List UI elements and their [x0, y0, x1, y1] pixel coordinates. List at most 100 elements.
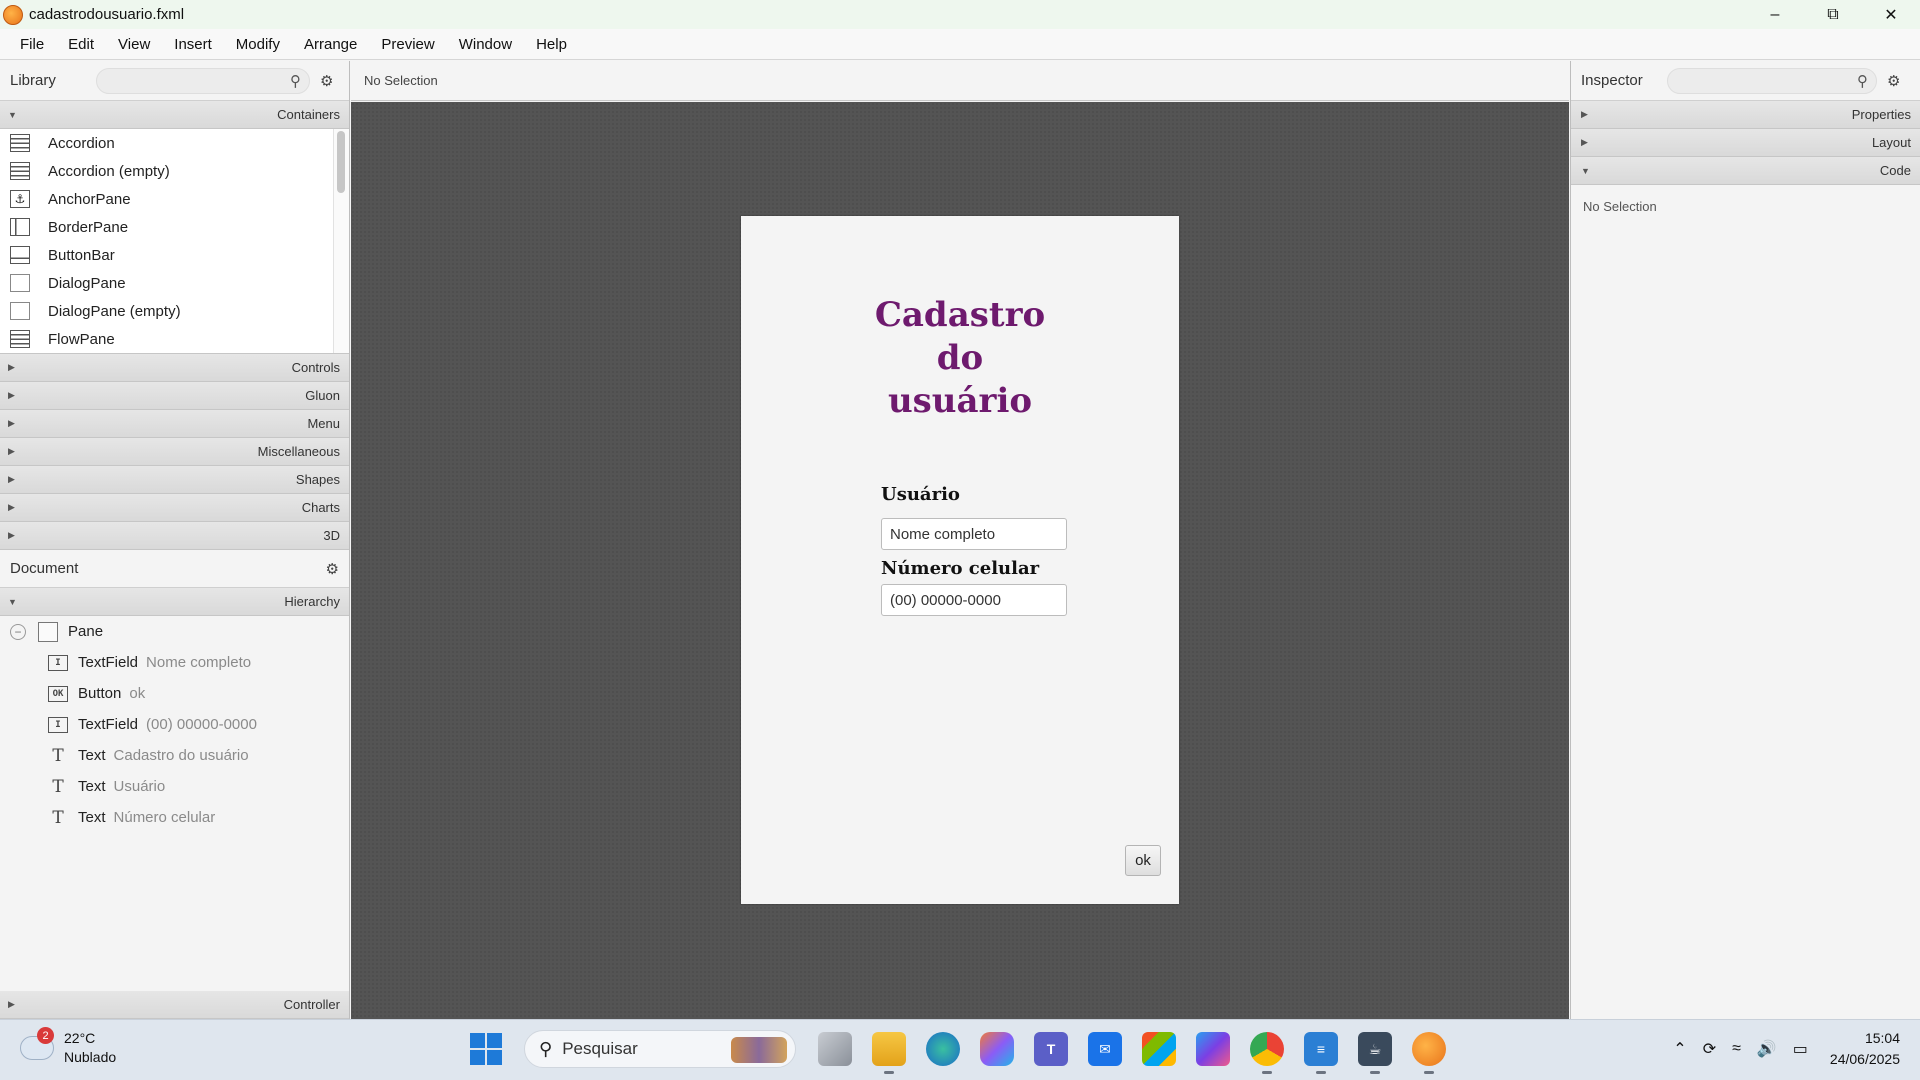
tree-row[interactable]: T Text Usuário	[0, 771, 349, 802]
section-menu[interactable]: ▶ Menu	[0, 410, 349, 438]
inspector-gear-icon[interactable]: ⚙	[1887, 72, 1900, 90]
section-label: Shapes	[295, 472, 340, 487]
menu-file[interactable]: File	[8, 36, 56, 53]
chrome-icon[interactable]	[1250, 1032, 1284, 1074]
close-icon[interactable]: ✕	[1862, 0, 1920, 29]
tree-row-pane[interactable]: − Pane	[0, 616, 349, 647]
file-explorer-icon[interactable]	[872, 1032, 906, 1074]
library-header: Library ⚲ ⚙	[0, 61, 349, 101]
section-gluon[interactable]: ▶ Gluon	[0, 382, 349, 410]
section-controls[interactable]: ▶ Controls	[0, 354, 349, 382]
menu-window[interactable]: Window	[447, 36, 524, 53]
collapse-icon[interactable]: −	[10, 623, 26, 640]
collapsed-triangle-icon: ▶	[8, 446, 15, 456]
tree-row[interactable]: I TextField (00) 00000-0000	[0, 709, 349, 740]
tree-row[interactable]: OK Button ok	[0, 678, 349, 709]
user-name-field[interactable]	[881, 518, 1067, 550]
document-gear-icon[interactable]: ⚙	[326, 560, 339, 578]
mail-icon[interactable]: ✉	[1088, 1032, 1122, 1066]
list-item[interactable]: Accordion (empty)	[0, 157, 349, 185]
library-scroll-thumb[interactable]	[337, 131, 345, 193]
section-miscellaneous[interactable]: ▶ Miscellaneous	[0, 438, 349, 466]
list-item[interactable]: FlowPane	[0, 325, 349, 353]
sync-icon[interactable]: ⟳	[1703, 1039, 1716, 1059]
section-label: Menu	[307, 416, 340, 431]
list-item[interactable]: DialogPane (empty)	[0, 297, 349, 325]
section-properties[interactable]: ▶ Properties	[1571, 101, 1920, 129]
search-icon: ⚲	[539, 1038, 553, 1059]
section-layout[interactable]: ▶ Layout	[1571, 129, 1920, 157]
chevron-up-icon[interactable]: ⌃	[1673, 1039, 1686, 1059]
menu-arrange[interactable]: Arrange	[292, 36, 369, 53]
list-item[interactable]: ButtonBar	[0, 241, 349, 269]
form-title-line: Cadastro	[874, 295, 1046, 335]
phone-label[interactable]: Número celular	[881, 558, 1039, 579]
copilot-icon[interactable]	[980, 1032, 1014, 1066]
menu-insert[interactable]: Insert	[162, 36, 224, 53]
tree-row-type: Text	[78, 747, 106, 764]
teams-icon[interactable]: T	[1034, 1032, 1068, 1066]
tree-row[interactable]: T Text Número celular	[0, 802, 349, 833]
menu-bar: File Edit View Insert Modify Arrange Pre…	[0, 29, 1920, 60]
section-shapes[interactable]: ▶ Shapes	[0, 466, 349, 494]
menu-modify[interactable]: Modify	[224, 36, 292, 53]
form-title-line: usuário	[887, 381, 1033, 421]
microsoft-365-icon[interactable]	[1196, 1032, 1230, 1066]
phone-field[interactable]	[881, 584, 1067, 616]
list-item[interactable]: Accordion	[0, 129, 349, 157]
section-3d[interactable]: ▶ 3D	[0, 522, 349, 550]
user-label[interactable]: Usuário	[881, 484, 960, 505]
section-containers[interactable]: ▼ Containers	[0, 101, 349, 129]
form-title[interactable]: Cadastro do usuário	[741, 294, 1179, 423]
list-item[interactable]: ⚓ AnchorPane	[0, 185, 349, 213]
collapsed-triangle-icon: ▶	[8, 418, 15, 428]
form-pane[interactable]: Cadastro do usuário Usuário Número celul…	[741, 216, 1179, 904]
menu-edit[interactable]: Edit	[56, 36, 106, 53]
section-charts[interactable]: ▶ Charts	[0, 494, 349, 522]
tree-row-type: Text	[78, 809, 106, 826]
search-icon[interactable]: ⚲	[290, 72, 301, 90]
restore-icon[interactable]: ⧉	[1804, 0, 1862, 29]
menu-help[interactable]: Help	[524, 36, 579, 53]
menu-view[interactable]: View	[106, 36, 162, 53]
tree-row[interactable]: T Text Cadastro do usuário	[0, 740, 349, 771]
minimize-icon[interactable]: –	[1746, 0, 1804, 29]
wifi-icon[interactable]: ≈	[1732, 1040, 1741, 1058]
library-scrollbar[interactable]	[333, 129, 349, 353]
tree-row-type: TextField	[78, 716, 139, 733]
scene-builder-icon[interactable]	[1412, 1032, 1446, 1074]
menu-preview[interactable]: Preview	[369, 36, 446, 53]
list-item[interactable]: DialogPane	[0, 269, 349, 297]
collapsed-triangle-icon: ▶	[8, 390, 15, 400]
battery-icon[interactable]: ▭	[1793, 1039, 1808, 1059]
microsoft-store-icon[interactable]	[1142, 1032, 1176, 1066]
library-list: Accordion Accordion (empty) ⚓ AnchorPane …	[0, 129, 349, 354]
list-item[interactable]: BorderPane	[0, 213, 349, 241]
inspector-search-input[interactable]	[1668, 68, 1848, 93]
cloud-icon: 2	[20, 1027, 54, 1060]
section-hierarchy[interactable]: ▼ Hierarchy	[0, 588, 349, 616]
section-code[interactable]: ▼ Code	[1571, 157, 1920, 185]
library-search-input[interactable]	[97, 68, 277, 93]
textfield-icon: I	[48, 716, 68, 733]
clock-time: 15:04	[1864, 1030, 1900, 1046]
section-controller[interactable]: ▶ Controller	[0, 991, 349, 1019]
tree-row[interactable]: I TextField Nome completo	[0, 647, 349, 678]
java-app-icon[interactable]: ☕	[1358, 1032, 1392, 1074]
taskbar-search[interactable]: ⚲ Pesquisar	[524, 1030, 796, 1068]
clock[interactable]: 15:04 24/06/2025	[1830, 1028, 1900, 1070]
library-gear-icon[interactable]: ⚙	[320, 72, 333, 90]
edge-icon[interactable]	[926, 1032, 960, 1066]
search-icon[interactable]: ⚲	[1857, 72, 1868, 90]
weather-widget[interactable]: 2 22°C Nublado	[20, 1027, 116, 1067]
inspector-panel: Inspector ⚲ ⚙ ▶ Properties ▶ Layout ▼ Code …	[1570, 61, 1920, 1019]
window-title: cadastrodousuario.fxml	[29, 6, 185, 23]
inspector-search-box: ⚲	[1667, 67, 1877, 94]
ok-button[interactable]: ok	[1125, 845, 1161, 876]
expanded-triangle-icon: ▼	[1581, 165, 1590, 176]
windows-start-icon[interactable]	[470, 1033, 502, 1065]
notepad-icon[interactable]: ≡	[1304, 1032, 1338, 1074]
volume-icon[interactable]: 🔊	[1757, 1039, 1777, 1059]
tree-row-label: Pane	[68, 623, 104, 640]
task-view-icon[interactable]	[818, 1032, 852, 1066]
